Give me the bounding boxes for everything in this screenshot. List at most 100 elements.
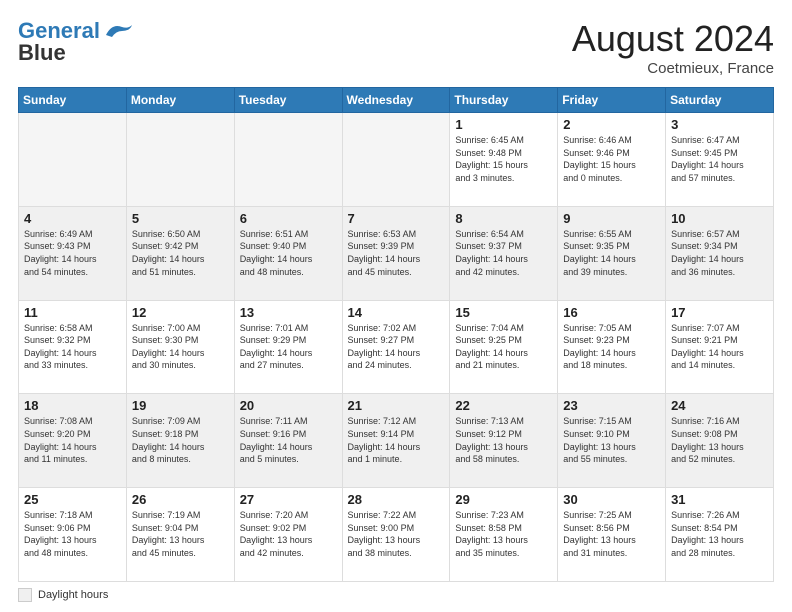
calendar-cell: 22Sunrise: 7:13 AM Sunset: 9:12 PM Dayli… [450,394,558,488]
calendar-week-row: 25Sunrise: 7:18 AM Sunset: 9:06 PM Dayli… [19,488,774,582]
day-header-thursday: Thursday [450,88,558,113]
day-number: 11 [24,305,121,320]
calendar-cell: 7 Sunrise: 6:53 AM Sunset: 9:39 PM Daylig… [342,206,450,300]
day-header-monday: Monday [126,88,234,113]
header: General Blue August 2024 Coetmieux, Fran… [18,18,774,77]
day-number: 18 [24,398,121,413]
calendar-cell: 27 Sunrise: 7:20 AM Sunset: 9:02 PM Dayli… [234,488,342,582]
calendar-cell [126,113,234,207]
calendar-cell: 1 Sunrise: 6:45 AM Sunset: 9:48 PM Daylig… [450,113,558,207]
calendar-week-row: 11 Sunrise: 6:58 AM Sunset: 9:32 PM Dayli… [19,300,774,394]
day-header-sunday: Sunday [19,88,127,113]
day-info: Sunrise: 6:51 AM Sunset: 9:40 PM Dayligh… [240,228,337,278]
calendar-cell: 29 Sunrise: 7:23 AM Sunset: 8:58 PM Dayli… [450,488,558,582]
calendar-cell: 18 Sunrise: 7:08 AM Sunset: 9:20 PM Dayli… [19,394,127,488]
day-number: 25 [24,492,121,507]
calendar-cell: 14 Sunrise: 7:02 AM Sunset: 9:27 PM Dayli… [342,300,450,394]
calendar-cell: 2 Sunrise: 6:46 AM Sunset: 9:46 PM Daylig… [558,113,666,207]
calendar-cell: 30 Sunrise: 7:25 AM Sunset: 8:56 PM Dayli… [558,488,666,582]
day-info: Sunrise: 6:49 AM Sunset: 9:43 PM Dayligh… [24,228,121,278]
calendar-cell: 24 Sunrise: 7:16 AM Sunset: 9:08 PM Dayli… [666,394,774,488]
footer: Daylight hours [18,588,774,602]
day-number: 23 [563,398,660,413]
day-header-wednesday: Wednesday [342,88,450,113]
day-info: Sunrise: 7:26 AM Sunset: 8:54 PM Dayligh… [671,509,768,559]
day-info: Sunrise: 6:58 AM Sunset: 9:32 PM Dayligh… [24,322,121,372]
calendar-cell [342,113,450,207]
day-number: 31 [671,492,768,507]
calendar-cell: 11 Sunrise: 6:58 AM Sunset: 9:32 PM Dayli… [19,300,127,394]
calendar-cell: 10 Sunrise: 6:57 AM Sunset: 9:34 PM Dayli… [666,206,774,300]
day-number: 6 [240,211,337,226]
calendar-week-row: 1 Sunrise: 6:45 AM Sunset: 9:48 PM Daylig… [19,113,774,207]
day-info: Sunrise: 7:04 AM Sunset: 9:25 PM Dayligh… [455,322,552,372]
day-number: 30 [563,492,660,507]
calendar-cell: 5Sunrise: 6:50 AM Sunset: 9:42 PM Daylig… [126,206,234,300]
day-number: 20 [240,398,337,413]
day-header-tuesday: Tuesday [234,88,342,113]
day-number: 4 [24,211,121,226]
calendar-cell: 4 Sunrise: 6:49 AM Sunset: 9:43 PM Daylig… [19,206,127,300]
title-block: August 2024 Coetmieux, France [572,18,774,77]
day-info: Sunrise: 7:23 AM Sunset: 8:58 PM Dayligh… [455,509,552,559]
calendar-week-row: 18 Sunrise: 7:08 AM Sunset: 9:20 PM Dayli… [19,394,774,488]
day-info: Sunrise: 7:12 AM Sunset: 9:14 PM Dayligh… [348,415,445,465]
footer-label: Daylight hours [38,589,108,601]
day-number: 9 [563,211,660,226]
calendar-cell: 23Sunrise: 7:15 AM Sunset: 9:10 PM Dayli… [558,394,666,488]
calendar-cell: 15 Sunrise: 7:04 AM Sunset: 9:25 PM Dayli… [450,300,558,394]
day-number: 3 [671,117,768,132]
logo-subtext: Blue [18,40,66,66]
calendar-week-row: 4 Sunrise: 6:49 AM Sunset: 9:43 PM Daylig… [19,206,774,300]
day-number: 27 [240,492,337,507]
calendar-cell [234,113,342,207]
day-info: Sunrise: 7:20 AM Sunset: 9:02 PM Dayligh… [240,509,337,559]
footer-box [18,588,32,602]
calendar-cell [19,113,127,207]
day-number: 10 [671,211,768,226]
day-number: 1 [455,117,552,132]
day-number: 29 [455,492,552,507]
calendar-cell: 9 Sunrise: 6:55 AM Sunset: 9:35 PM Daylig… [558,206,666,300]
day-info: Sunrise: 7:07 AM Sunset: 9:21 PM Dayligh… [671,322,768,372]
calendar-cell: 26Sunrise: 7:19 AM Sunset: 9:04 PM Dayli… [126,488,234,582]
logo: General Blue [18,18,134,66]
day-number: 7 [348,211,445,226]
day-info: Sunrise: 7:08 AM Sunset: 9:20 PM Dayligh… [24,415,121,465]
day-info: Sunrise: 7:25 AM Sunset: 8:56 PM Dayligh… [563,509,660,559]
day-number: 2 [563,117,660,132]
day-info: Sunrise: 7:02 AM Sunset: 9:27 PM Dayligh… [348,322,445,372]
calendar-cell: 20Sunrise: 7:11 AM Sunset: 9:16 PM Dayli… [234,394,342,488]
day-info: Sunrise: 6:45 AM Sunset: 9:48 PM Dayligh… [455,134,552,184]
day-number: 5 [132,211,229,226]
day-number: 26 [132,492,229,507]
day-number: 15 [455,305,552,320]
day-number: 24 [671,398,768,413]
calendar-cell: 13Sunrise: 7:01 AM Sunset: 9:29 PM Dayli… [234,300,342,394]
day-info: Sunrise: 6:53 AM Sunset: 9:39 PM Dayligh… [348,228,445,278]
day-number: 21 [348,398,445,413]
calendar-cell: 3 Sunrise: 6:47 AM Sunset: 9:45 PM Daylig… [666,113,774,207]
day-number: 14 [348,305,445,320]
calendar-cell: 6 Sunrise: 6:51 AM Sunset: 9:40 PM Daylig… [234,206,342,300]
calendar-cell: 21 Sunrise: 7:12 AM Sunset: 9:14 PM Dayli… [342,394,450,488]
calendar-cell: 19 Sunrise: 7:09 AM Sunset: 9:18 PM Dayli… [126,394,234,488]
day-info: Sunrise: 7:09 AM Sunset: 9:18 PM Dayligh… [132,415,229,465]
calendar-cell: 12Sunrise: 7:00 AM Sunset: 9:30 PM Dayli… [126,300,234,394]
day-info: Sunrise: 7:01 AM Sunset: 9:29 PM Dayligh… [240,322,337,372]
calendar-cell: 16Sunrise: 7:05 AM Sunset: 9:23 PM Dayli… [558,300,666,394]
day-number: 19 [132,398,229,413]
day-info: Sunrise: 6:55 AM Sunset: 9:35 PM Dayligh… [563,228,660,278]
day-info: Sunrise: 6:57 AM Sunset: 9:34 PM Dayligh… [671,228,768,278]
day-info: Sunrise: 7:00 AM Sunset: 9:30 PM Dayligh… [132,322,229,372]
day-number: 8 [455,211,552,226]
day-number: 28 [348,492,445,507]
page: General Blue August 2024 Coetmieux, Fran… [0,0,792,612]
calendar-cell: 28 Sunrise: 7:22 AM Sunset: 9:00 PM Dayli… [342,488,450,582]
calendar-table: SundayMondayTuesdayWednesdayThursdayFrid… [18,87,774,582]
day-info: Sunrise: 7:22 AM Sunset: 9:00 PM Dayligh… [348,509,445,559]
day-info: Sunrise: 7:16 AM Sunset: 9:08 PM Dayligh… [671,415,768,465]
day-info: Sunrise: 6:46 AM Sunset: 9:46 PM Dayligh… [563,134,660,184]
day-info: Sunrise: 6:47 AM Sunset: 9:45 PM Dayligh… [671,134,768,184]
day-number: 22 [455,398,552,413]
